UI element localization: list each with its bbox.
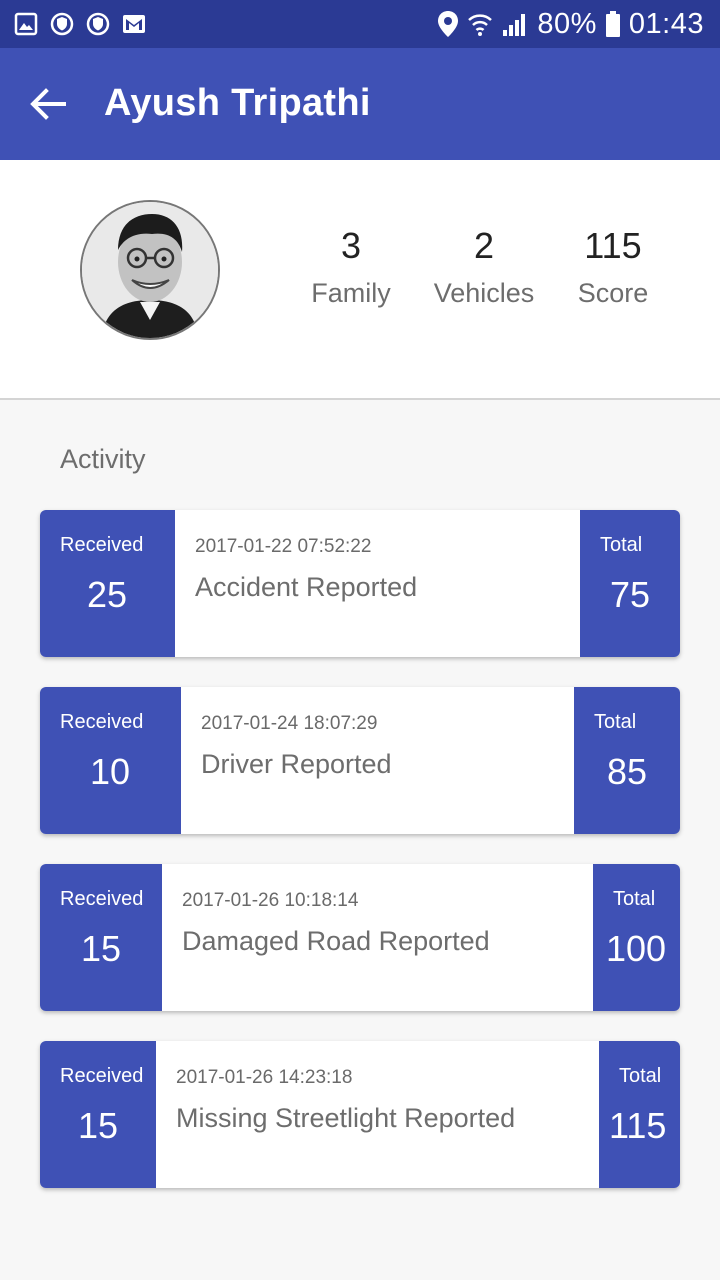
received-panel: Received 15 xyxy=(40,864,162,1011)
clock: 01:43 xyxy=(628,7,704,40)
activity-card[interactable]: Received 25 2017-01-22 07:52:22 Accident… xyxy=(40,510,680,657)
stat-score[interactable]: 115 Score xyxy=(543,224,683,309)
shield-icon xyxy=(86,12,110,36)
received-label: Received xyxy=(60,1065,144,1087)
score-value: 115 xyxy=(584,225,642,266)
total-label: Total xyxy=(594,711,637,733)
received-count: 10 xyxy=(90,751,131,792)
profile-header: 3 Family 2 Vehicles 115 Score xyxy=(0,160,720,400)
total-label: Total xyxy=(600,534,643,556)
received-panel: Received 15 xyxy=(40,1041,156,1188)
battery-icon xyxy=(605,11,620,37)
total-count: 75 xyxy=(610,574,651,615)
activity-card[interactable]: Received 10 2017-01-24 18:07:29 Driver R… xyxy=(40,687,680,834)
shield-icon xyxy=(50,12,74,36)
total-panel: Total 75 xyxy=(580,510,680,657)
total-label: Total xyxy=(619,1065,662,1087)
total-count: 115 xyxy=(609,1105,667,1146)
activity-datetime: 2017-01-22 07:52:22 xyxy=(195,536,372,557)
app-bar: Ayush Tripathi xyxy=(0,48,720,160)
activity-description: Driver Reported xyxy=(201,749,392,779)
total-count: 100 xyxy=(606,928,667,969)
notification-icons xyxy=(14,12,146,36)
status-bar: 80% 01:43 xyxy=(0,0,720,48)
received-label: Received xyxy=(60,888,144,910)
received-count: 15 xyxy=(81,928,122,969)
vehicles-count: 2 xyxy=(473,225,495,266)
battery-percent: 80% xyxy=(537,7,597,40)
vehicles-label: Vehicles xyxy=(433,278,535,308)
activity-datetime: 2017-01-26 10:18:14 xyxy=(182,890,359,911)
gmail-icon xyxy=(123,15,145,33)
activity-card[interactable]: Received 15 2017-01-26 14:23:18 Missing … xyxy=(40,1041,680,1188)
gallery-icon xyxy=(14,12,38,36)
total-panel: Total 85 xyxy=(574,687,680,834)
arrow-left-icon[interactable] xyxy=(26,82,70,126)
received-label: Received xyxy=(60,711,144,733)
total-count: 85 xyxy=(607,751,648,792)
received-count: 25 xyxy=(87,574,128,615)
activity-title: Activity xyxy=(60,444,146,474)
wifi-icon xyxy=(468,14,493,36)
family-label: Family xyxy=(311,278,391,308)
activity-datetime: 2017-01-26 14:23:18 xyxy=(176,1067,353,1088)
activity-description: Accident Reported xyxy=(195,572,418,602)
avatar-image xyxy=(82,202,218,338)
activity-description: Missing Streetlight Reported xyxy=(176,1103,516,1133)
avatar[interactable] xyxy=(80,200,220,340)
family-count: 3 xyxy=(340,225,362,266)
location-icon xyxy=(438,11,459,37)
received-panel: Received 10 xyxy=(40,687,181,834)
total-panel: Total 115 xyxy=(599,1041,680,1188)
score-label: Score xyxy=(577,278,649,308)
received-panel: Received 25 xyxy=(40,510,175,657)
system-status: 80% 01:43 xyxy=(437,6,704,42)
received-count: 15 xyxy=(78,1105,119,1146)
activity-card[interactable]: Received 15 2017-01-26 10:18:14 Damaged … xyxy=(40,864,680,1011)
received-label: Received xyxy=(60,534,144,556)
total-label: Total xyxy=(613,888,656,910)
stat-family[interactable]: 3 Family xyxy=(281,224,421,309)
page-title: Ayush Tripathi xyxy=(104,82,371,124)
activity-description: Damaged Road Reported xyxy=(182,926,490,956)
total-panel: Total 100 xyxy=(593,864,680,1011)
stat-vehicles[interactable]: 2 Vehicles xyxy=(414,224,554,309)
activity-datetime: 2017-01-24 18:07:29 xyxy=(201,713,378,734)
signal-icon xyxy=(503,14,526,36)
